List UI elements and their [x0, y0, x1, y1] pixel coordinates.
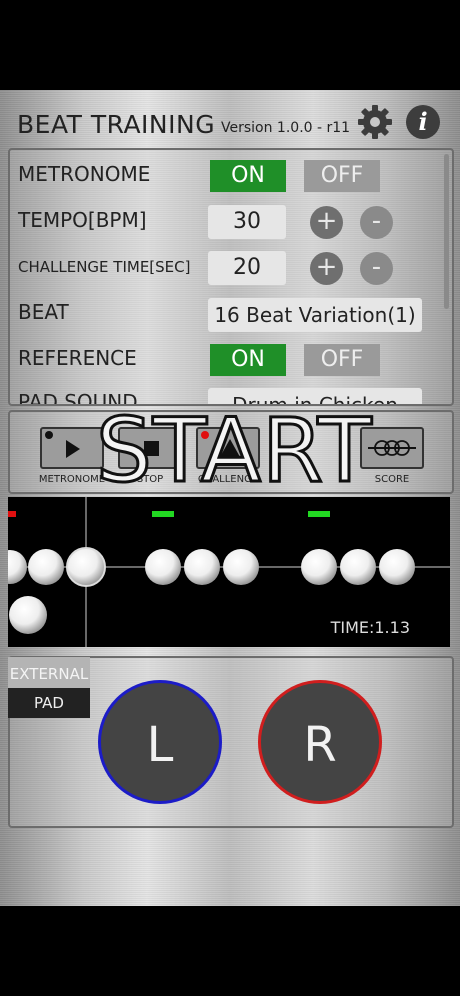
tempo-label: TEMPO[BPM] [18, 208, 147, 232]
metronome-play-button[interactable] [40, 427, 104, 469]
tempo-minus-button[interactable]: - [360, 206, 393, 239]
challenge-time-row: CHALLENGE TIME[SEC] 20 + - [10, 246, 450, 286]
challenge-time-value: 20 [208, 251, 286, 285]
app-title: BEAT TRAINING [17, 110, 216, 139]
right-pad-button[interactable]: R [258, 680, 382, 804]
beat-note [66, 547, 106, 587]
header: BEAT TRAINING Version 1.0.0 - r11 i [0, 90, 460, 150]
beat-note [28, 549, 64, 585]
reference-marker-green [308, 511, 330, 517]
left-pad-button[interactable]: L [98, 680, 222, 804]
beat-note [340, 549, 376, 585]
pad-tab[interactable]: PAD [8, 688, 90, 718]
tempo-row: TEMPO[BPM] 30 + - [10, 200, 450, 240]
beat-track: TIME:1.13 [8, 497, 450, 647]
beat-note [8, 550, 27, 584]
start-button[interactable]: START [94, 404, 372, 497]
beat-label: BEAT [18, 300, 69, 324]
tempo-value: 30 [208, 205, 286, 239]
tempo-plus-button[interactable]: + [310, 206, 343, 239]
controls-panel: METRONOME STOP CHALLENGE SCORE START [8, 404, 454, 497]
challenge-time-label: CHALLENGE TIME[SEC] [18, 258, 191, 276]
challenge-time-plus-button[interactable]: + [310, 252, 343, 285]
app-screen: BEAT TRAINING Version 1.0.0 - r11 i METR… [0, 90, 460, 906]
beat-row: BEAT 16 Beat Variation(1) [10, 292, 450, 332]
beat-note [223, 549, 259, 585]
reference-marker-red [8, 511, 16, 517]
play-icon [45, 431, 80, 458]
metronome-row: METRONOME ON OFF [10, 154, 450, 194]
gear-icon[interactable] [357, 104, 393, 140]
played-note [9, 596, 47, 634]
beat-note [145, 549, 181, 585]
beat-selector[interactable]: 16 Beat Variation(1) [208, 298, 422, 332]
metronome-off-button[interactable]: OFF [304, 160, 380, 192]
time-readout: TIME:1.13 [330, 618, 410, 637]
external-tab[interactable]: EXTERNAL [8, 657, 90, 691]
reference-marker-green [152, 511, 174, 517]
settings-panel[interactable]: METRONOME ON OFF TEMPO[BPM] 30 + - CHALL… [8, 148, 454, 406]
challenge-time-minus-button[interactable]: - [360, 252, 393, 285]
metronome-label: METRONOME [18, 162, 151, 186]
beat-note [184, 549, 220, 585]
info-icon[interactable]: i [406, 105, 440, 139]
beat-note [301, 549, 337, 585]
beat-note [379, 549, 415, 585]
version-label: Version 1.0.0 - r11 [221, 120, 351, 136]
reference-off-button[interactable]: OFF [304, 344, 380, 376]
settings-scrollbar[interactable] [444, 154, 449, 309]
reference-label: REFERENCE [18, 346, 137, 370]
metronome-on-button[interactable]: ON [210, 160, 286, 192]
reference-row: REFERENCE ON OFF [10, 338, 450, 378]
reference-on-button[interactable]: ON [210, 344, 286, 376]
